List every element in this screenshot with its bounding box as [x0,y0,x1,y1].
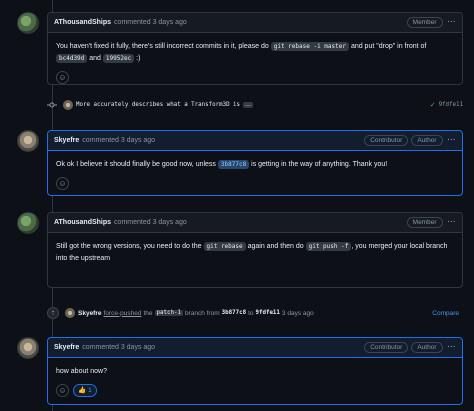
inline-code: git push -f [305,242,352,251]
avatar[interactable] [17,12,39,34]
member-badge: Member [406,217,443,228]
repo-push-icon: ⇡ [47,307,59,319]
commit-sha[interactable]: 9fdfe11 [439,102,463,108]
comment-text: and [89,55,101,62]
comment: AThousandShips commented 3 days ago Memb… [47,12,463,85]
comment-text: Ok ok I believe it should finally be goo… [56,161,216,168]
comment-text: again and then do [247,243,304,250]
comment-header: AThousandShips commented 3 days ago Memb… [48,213,462,233]
comment-text: how about now? [56,368,107,375]
thumbs-up-icon: 👍 [78,386,87,394]
comment-author[interactable]: AThousandShips [54,19,111,26]
kebab-icon[interactable]: ··· [448,219,457,226]
reaction-count: 1 [88,386,92,394]
comment: AThousandShips commented 3 days ago Memb… [47,212,463,288]
comment-header: Skyefre commented 3 days ago Contributor… [48,131,462,151]
comment-text: and put "drop" in front of [350,43,427,50]
comment-body: Ok ok I believe it should finally be goo… [48,151,462,196]
kebab-icon[interactable]: ··· [448,344,457,351]
smiley-icon[interactable]: ☺ [56,71,69,84]
comment: Skyefre commented 3 days ago Contributor… [47,337,463,405]
smiley-icon[interactable]: ☺ [56,384,69,397]
comment-text: You haven't fixed it fully, there's stil… [56,43,269,50]
comment-author[interactable]: Skyefre [54,344,79,351]
event-user[interactable]: Skyefre [78,310,102,317]
comment-body: how about now? ☺ 👍 1 [48,358,462,403]
commit-event: More accurately describes what a Transfo… [47,98,463,112]
comment-text: Still got the wrong versions, you need t… [56,243,202,250]
comment-author[interactable]: Skyefre [54,137,79,144]
force-push-event: ⇡ Skyefre force-pushed the patch-1 branc… [47,306,463,320]
compare-link[interactable]: Compare [432,310,459,317]
comment-body: Still got the wrong versions, you need t… [48,233,462,271]
comment-timestamp[interactable]: commented 3 days ago [114,19,187,26]
comment-timestamp[interactable]: commented 3 days ago [82,137,155,144]
smiley-icon[interactable]: ☺ [56,177,69,190]
inline-code: 19952ec [102,54,135,63]
comment-header: Skyefre commented 3 days ago Contributor… [48,338,462,358]
inline-code: git rebase [203,242,246,251]
commit-message[interactable]: More accurately describes what a Transfo… [76,102,240,108]
comment-header: AThousandShips commented 3 days ago Memb… [48,13,462,33]
inline-code: bc4d39d [56,54,88,63]
avatar[interactable] [65,308,75,318]
commit-icon [47,100,57,110]
from-sha[interactable]: 3b877c8 [222,310,246,316]
event-text: branch from [184,309,220,317]
comment-body: You haven't fixed it fully, there's stil… [48,33,462,90]
commit-link[interactable]: 3b877c8 [217,160,250,169]
comment: Skyefre commented 3 days ago Contributor… [47,130,463,196]
event-timestamp[interactable]: 3 days ago [282,310,314,317]
avatar[interactable] [63,100,73,110]
expand-commit-button[interactable]: … [243,102,254,108]
avatar[interactable] [17,337,39,359]
event-text: to [248,309,254,317]
avatar[interactable] [17,212,39,234]
inline-code: git rebase -i master [270,42,349,51]
force-pushed-link[interactable]: force-pushed [104,310,142,317]
member-badge: Member [406,17,443,28]
to-sha[interactable]: 9fdfe11 [255,310,279,316]
comment-timestamp[interactable]: commented 3 days ago [82,344,155,351]
event-text: the [143,309,153,317]
comment-timestamp[interactable]: commented 3 days ago [114,219,187,226]
author-badge: Author [411,135,443,146]
comment-text: :) [136,55,141,62]
check-icon[interactable]: ✓ [430,101,436,109]
kebab-icon[interactable]: ··· [448,19,457,26]
contributor-badge: Contributor [364,135,409,146]
thumbs-up-reaction[interactable]: 👍 1 [73,384,97,397]
avatar[interactable] [17,130,39,152]
comment-text: is getting in the way of anything. Thank… [251,161,388,168]
kebab-icon[interactable]: ··· [448,137,457,144]
branch-name[interactable]: patch-1 [154,310,183,316]
author-badge: Author [411,342,443,353]
contributor-badge: Contributor [364,342,409,353]
comment-author[interactable]: AThousandShips [54,219,111,226]
